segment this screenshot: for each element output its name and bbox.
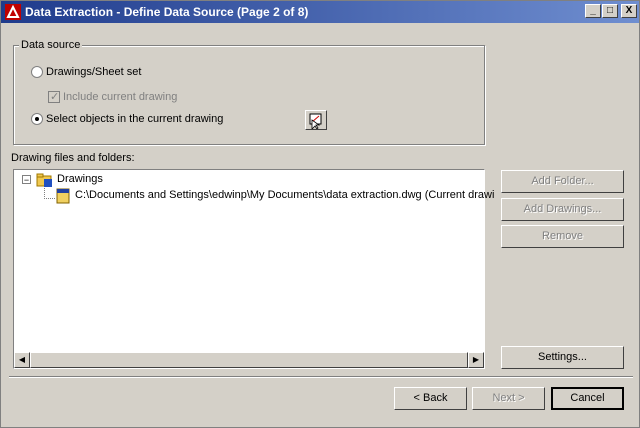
autocad-app-icon	[5, 4, 21, 20]
window-title: Data Extraction - Define Data Source (Pa…	[25, 5, 309, 19]
settings-button[interactable]: Settings...	[501, 346, 624, 369]
select-objects-button[interactable]	[305, 110, 327, 130]
drawing-files-tree[interactable]: − Drawings C:\Documents and Settings\edw…	[13, 169, 494, 369]
tree-item-drawing-file[interactable]: C:\Documents and Settings\edwinp\My Docu…	[75, 189, 494, 201]
next-button[interactable]: Next >	[472, 387, 545, 410]
dwg-file-icon	[56, 188, 70, 204]
tree-root-drawings[interactable]: Drawings	[57, 173, 103, 185]
drawings-folder-icon	[36, 173, 52, 187]
include-current-drawing-checkbox: ✓	[48, 91, 60, 103]
add-drawings-button[interactable]: Add Drawings...	[501, 198, 624, 221]
back-button[interactable]: < Back	[394, 387, 467, 410]
include-current-drawing-label: Include current drawing	[63, 91, 178, 103]
drawing-files-label: Drawing files and folders:	[11, 152, 135, 164]
radio-selected-dot	[35, 117, 39, 121]
scroll-right-arrow-icon[interactable]: ▶	[468, 352, 484, 368]
dialog-window: Data Extraction - Define Data Source (Pa…	[0, 0, 640, 428]
checkmark-icon: ✓	[50, 91, 60, 103]
data-source-group-label: Data source	[19, 39, 83, 51]
bottom-separator	[9, 376, 633, 378]
scrollbar-thumb[interactable]	[30, 352, 468, 368]
add-folder-button[interactable]: Add Folder...	[501, 170, 624, 193]
close-button[interactable]: X	[621, 4, 637, 18]
restore-button[interactable]: □	[602, 4, 618, 18]
title-bar[interactable]: Data Extraction - Define Data Source (Pa…	[1, 1, 639, 23]
cancel-button[interactable]: Cancel	[551, 387, 624, 410]
select-objects-radio[interactable]	[31, 113, 43, 125]
drawings-sheet-set-radio[interactable]	[31, 66, 43, 78]
minimize-button[interactable]: _	[585, 4, 601, 18]
remove-button[interactable]: Remove	[501, 225, 624, 248]
drawings-sheet-set-label[interactable]: Drawings/Sheet set	[46, 66, 141, 78]
select-objects-icon	[309, 113, 322, 130]
tree-connector-line	[44, 188, 55, 199]
collapse-toggle-icon[interactable]: −	[22, 175, 31, 185]
select-objects-label[interactable]: Select objects in the current drawing	[46, 113, 223, 125]
horizontal-scrollbar[interactable]: ◀ ▶	[14, 352, 484, 368]
scroll-left-arrow-icon[interactable]: ◀	[14, 352, 30, 368]
